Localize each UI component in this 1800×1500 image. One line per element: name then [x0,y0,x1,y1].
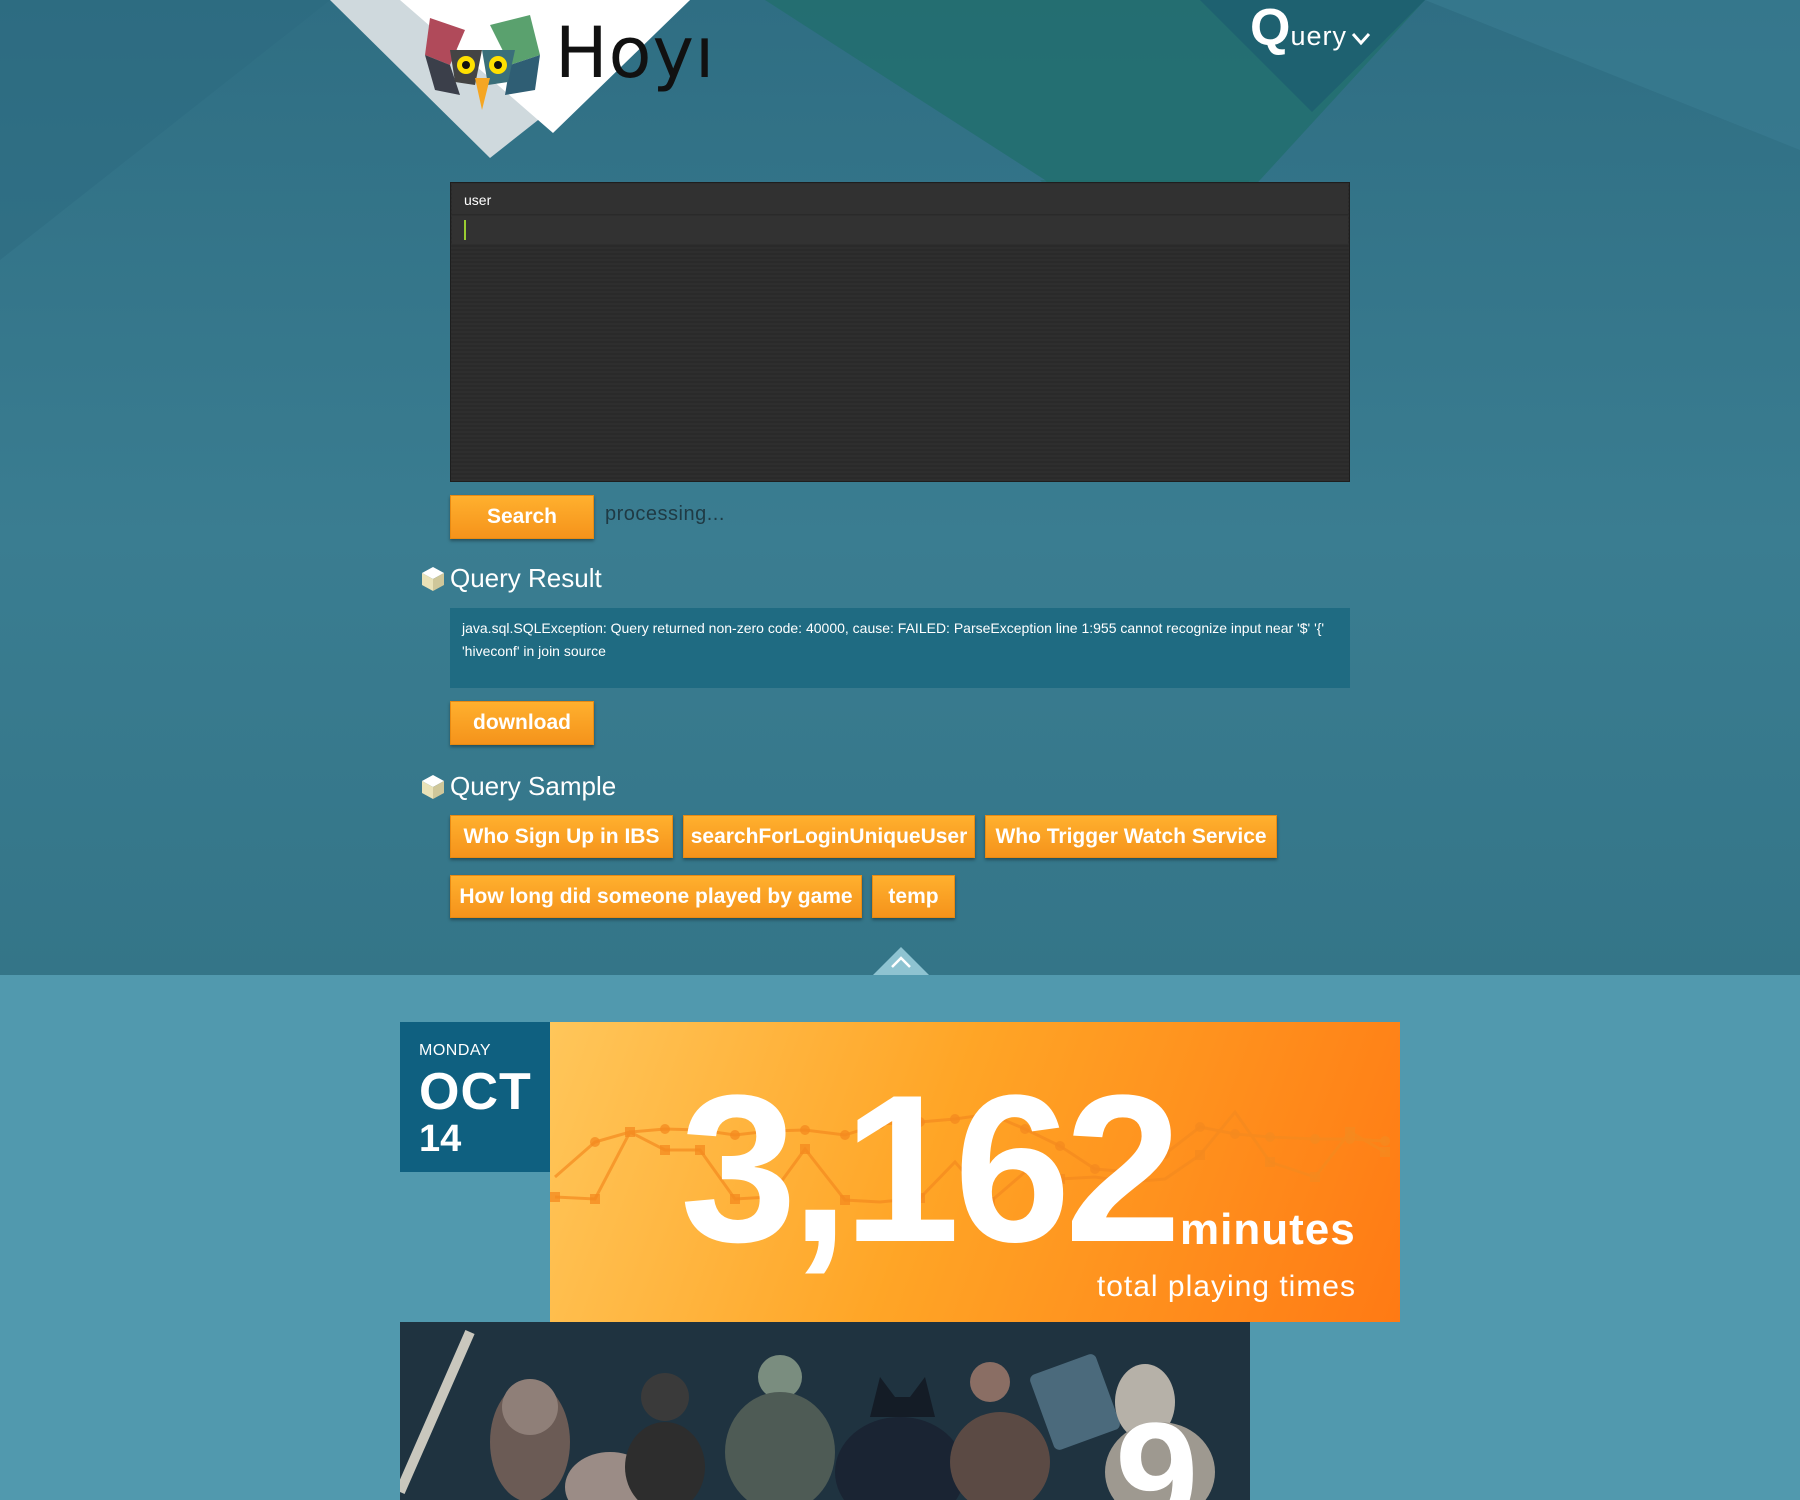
query-sample-title: Query Sample [450,771,617,801]
query-menu-initial: Q [1250,0,1291,57]
editor-active-line[interactable] [452,216,1348,244]
download-button[interactable]: download [450,701,594,745]
playing-time-unit: minutes [1180,1205,1356,1254]
query-editor[interactable]: user [450,182,1350,482]
editor-line-1: user [452,184,1348,214]
logo-text: Hoyı [555,12,716,94]
sample-button-watch-service[interactable]: Who Trigger Watch Service [985,815,1277,858]
game-card: 9 [400,1322,1250,1500]
playing-time-label: total playing times [1096,1270,1356,1303]
query-panel: Hoyı Q uery user Search processing... Qu… [0,0,1800,975]
date-number: 14 [419,1118,462,1160]
date-badge: MONDAY OCT 14 [400,1022,550,1172]
sample-button-signup-ibs[interactable]: Who Sign Up in IBS [450,815,673,858]
query-result-message: java.sql.SQLException: Query returned no… [450,608,1350,688]
chevron-down-icon [1351,33,1371,46]
owl-logo-icon [425,15,540,110]
collapse-panel-button[interactable] [873,947,929,975]
logo[interactable]: Hoyı [420,10,720,120]
playing-time-card: 3,162 minutes total playing times [550,1022,1400,1322]
cube-icon [422,566,444,591]
query-result-heading: Query Result [420,563,602,594]
date-month: OCT [419,1063,532,1121]
search-button[interactable]: Search [450,495,594,539]
sample-button-play-time-by-game[interactable]: How long did someone played by game [450,875,862,918]
search-status: processing... [605,503,725,525]
playing-time-value: 3,162 [680,1051,1182,1286]
query-menu-toggle[interactable]: Q uery [1250,2,1371,54]
sample-button-login-unique-user[interactable]: searchForLoginUniqueUser [683,815,975,858]
cube-icon [422,774,444,799]
query-sample-heading: Query Sample [420,771,616,802]
query-result-title: Query Result [450,563,602,593]
query-menu-label: uery [1290,21,1347,51]
text-cursor [464,220,466,240]
date-day: MONDAY [419,1042,492,1059]
game-card-value: 9 [1115,1391,1199,1500]
sample-button-temp[interactable]: temp [872,875,955,918]
